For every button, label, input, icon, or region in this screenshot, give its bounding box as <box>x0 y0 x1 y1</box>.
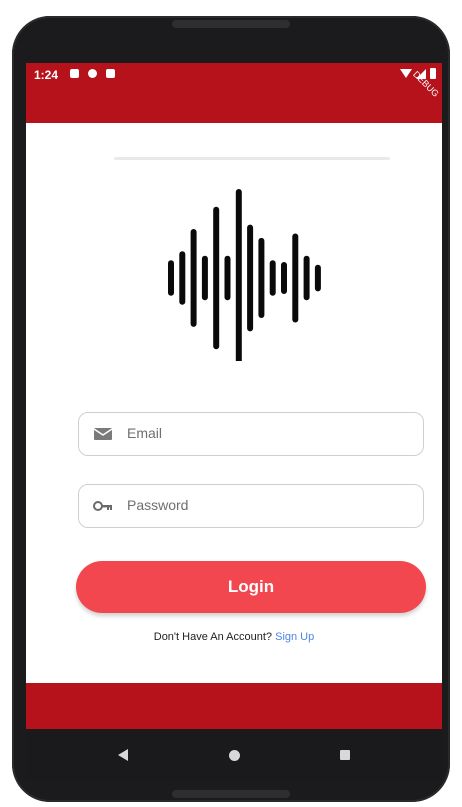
bottom-band <box>26 683 442 729</box>
password-field[interactable]: Password <box>78 484 424 528</box>
back-icon[interactable] <box>118 749 128 761</box>
wave-bar <box>213 206 220 350</box>
sd-card-icon <box>106 69 115 78</box>
mail-icon <box>93 428 113 440</box>
wave-bar <box>303 255 310 301</box>
status-time: 1:24 <box>34 68 59 82</box>
wave-bar <box>247 224 254 332</box>
wave-bar <box>292 233 299 323</box>
key-icon <box>93 501 112 511</box>
wave-bar <box>224 255 231 301</box>
bottom-speaker <box>172 790 290 798</box>
navigation-bar <box>26 729 442 781</box>
wave-bar <box>281 262 287 294</box>
email-field[interactable]: Email <box>78 412 424 456</box>
wave-bar <box>201 255 208 301</box>
recent-apps-icon[interactable] <box>340 750 350 760</box>
status-bar: 1:24 DEBUG <box>26 63 442 123</box>
app-logo <box>78 151 390 361</box>
home-icon[interactable] <box>229 750 240 761</box>
wave-bar <box>314 264 321 292</box>
login-button[interactable]: Login <box>76 561 426 613</box>
password-placeholder: Password <box>127 497 189 513</box>
signup-row: Don't Have An Account? Sign Up <box>26 631 442 643</box>
app-screen: 1:24 DEBUG Email Password Login Don't Ha… <box>26 63 442 729</box>
top-speaker <box>172 20 290 28</box>
signup-link[interactable]: Sign Up <box>275 631 314 643</box>
sync-icon <box>88 69 97 78</box>
signup-prompt: Don't Have An Account? <box>153 631 273 643</box>
battery-icon <box>430 68 436 79</box>
notification-icon <box>70 69 79 78</box>
wave-bar <box>258 237 265 318</box>
phone-frame: 1:24 DEBUG Email Password Login Don't Ha… <box>12 16 450 802</box>
wave-bar <box>190 229 197 327</box>
wave-bar <box>235 189 242 361</box>
wave-bar <box>269 260 276 296</box>
sound-wave-icon <box>168 189 321 361</box>
wave-bar <box>179 251 186 305</box>
status-left-icons <box>70 69 115 78</box>
email-placeholder: Email <box>127 425 163 441</box>
wave-bar <box>168 260 174 296</box>
